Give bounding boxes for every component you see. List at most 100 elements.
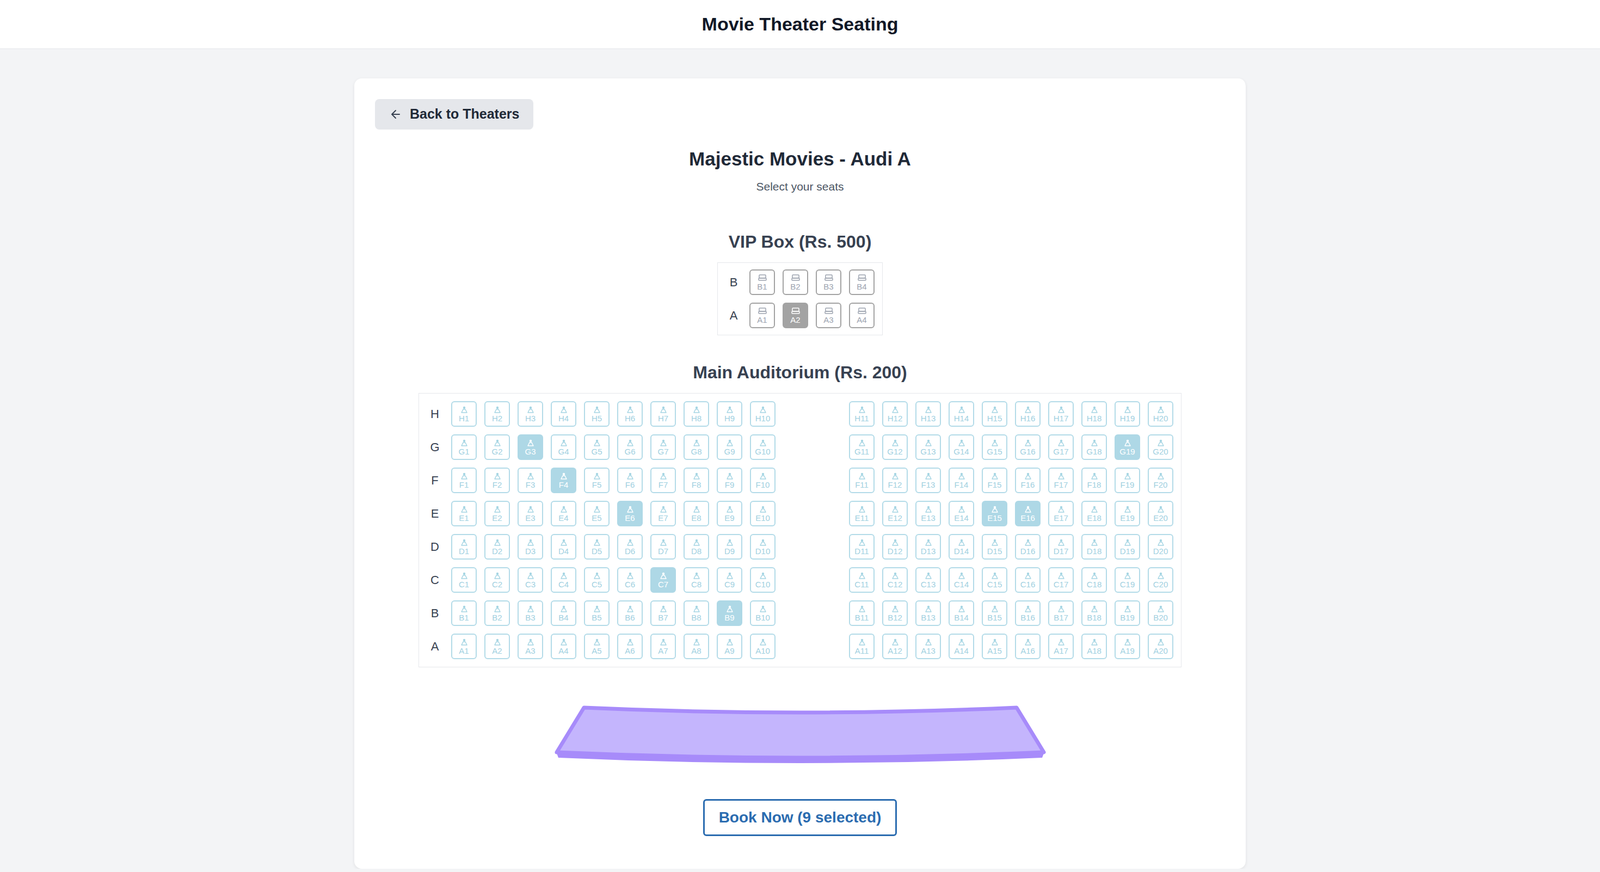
seat[interactable]: D7 [650,533,676,560]
seat[interactable]: G10 [749,434,776,460]
seat[interactable]: A19 [1114,633,1141,660]
seat[interactable]: B15 [981,600,1008,626]
seat[interactable]: H11 [848,401,875,427]
seat[interactable]: E9 [716,500,743,527]
seat[interactable]: H2 [484,401,510,427]
seat[interactable]: H5 [583,401,610,427]
seat[interactable]: D9 [716,533,743,560]
vip-seat[interactable]: A1 [749,302,775,329]
seat[interactable]: E20 [1147,500,1174,527]
seat[interactable]: E15 [981,500,1008,527]
seat[interactable]: F9 [716,467,743,494]
seat[interactable]: C15 [981,567,1008,593]
seat[interactable]: F11 [848,467,875,494]
vip-seat[interactable]: B3 [815,269,842,295]
seat[interactable]: G13 [915,434,941,460]
seat[interactable]: F6 [617,467,643,494]
seat[interactable]: G9 [716,434,743,460]
seat[interactable]: H18 [1081,401,1107,427]
seat[interactable]: C14 [948,567,975,593]
seat[interactable]: A13 [915,633,941,660]
seat[interactable]: B12 [882,600,908,626]
seat[interactable]: B2 [484,600,510,626]
seat[interactable]: D15 [981,533,1008,560]
seat[interactable]: E5 [583,500,610,527]
seat[interactable]: G12 [882,434,908,460]
seat[interactable]: D5 [583,533,610,560]
seat[interactable]: G14 [948,434,975,460]
seat[interactable]: H6 [617,401,643,427]
seat[interactable]: G7 [650,434,676,460]
seat[interactable]: C9 [716,567,743,593]
seat[interactable]: D12 [882,533,908,560]
seat[interactable]: C4 [550,567,577,593]
seat[interactable]: B7 [650,600,676,626]
seat[interactable]: E16 [1014,500,1041,527]
seat[interactable]: D3 [517,533,544,560]
seat[interactable]: G17 [1048,434,1074,460]
seat[interactable]: E18 [1081,500,1107,527]
seat[interactable]: G6 [617,434,643,460]
seat[interactable]: E17 [1048,500,1074,527]
seat[interactable]: D18 [1081,533,1107,560]
seat[interactable]: A11 [848,633,875,660]
seat[interactable]: H16 [1014,401,1041,427]
seat[interactable]: H7 [650,401,676,427]
back-button[interactable]: Back to Theaters [374,99,534,130]
seat[interactable]: F12 [882,467,908,494]
seat[interactable]: G8 [683,434,710,460]
seat[interactable]: B20 [1147,600,1174,626]
seat[interactable]: D8 [683,533,710,560]
seat[interactable]: D16 [1014,533,1041,560]
seat[interactable]: A2 [484,633,510,660]
seat[interactable]: B3 [517,600,544,626]
seat[interactable]: C12 [882,567,908,593]
seat[interactable]: F3 [517,467,544,494]
seat[interactable]: D1 [451,533,477,560]
seat[interactable]: E10 [749,500,776,527]
seat[interactable]: D2 [484,533,510,560]
seat[interactable]: E12 [882,500,908,527]
seat[interactable]: C19 [1114,567,1141,593]
seat[interactable]: D13 [915,533,941,560]
seat[interactable]: F17 [1048,467,1074,494]
seat[interactable]: F18 [1081,467,1107,494]
seat[interactable]: G18 [1081,434,1107,460]
seat[interactable]: A15 [981,633,1008,660]
seat[interactable]: D19 [1114,533,1141,560]
seat[interactable]: E6 [617,500,643,527]
seat[interactable]: C2 [484,567,510,593]
seat[interactable]: H19 [1114,401,1141,427]
seat[interactable]: E2 [484,500,510,527]
seat[interactable]: G4 [550,434,577,460]
seat[interactable]: B16 [1014,600,1041,626]
vip-seat[interactable]: A3 [815,302,842,329]
seat[interactable]: G16 [1014,434,1041,460]
seat[interactable]: B18 [1081,600,1107,626]
seat[interactable]: G2 [484,434,510,460]
seat[interactable]: E14 [948,500,975,527]
seat[interactable]: A6 [617,633,643,660]
seat[interactable]: B6 [617,600,643,626]
seat[interactable]: H9 [716,401,743,427]
seat[interactable]: D4 [550,533,577,560]
seat[interactable]: A9 [716,633,743,660]
seat[interactable]: H15 [981,401,1008,427]
seat[interactable]: F14 [948,467,975,494]
seat[interactable]: H1 [451,401,477,427]
seat[interactable]: A1 [451,633,477,660]
seat[interactable]: D14 [948,533,975,560]
seat[interactable]: C20 [1147,567,1174,593]
vip-seat[interactable]: A2 [782,302,809,329]
seat[interactable]: A18 [1081,633,1107,660]
seat[interactable]: F7 [650,467,676,494]
seat[interactable]: D6 [617,533,643,560]
seat[interactable]: B13 [915,600,941,626]
seat[interactable]: H14 [948,401,975,427]
seat[interactable]: A20 [1147,633,1174,660]
seat[interactable]: D10 [749,533,776,560]
vip-seat[interactable]: B2 [782,269,809,295]
seat[interactable]: E7 [650,500,676,527]
seat[interactable]: B9 [716,600,743,626]
seat[interactable]: D11 [848,533,875,560]
